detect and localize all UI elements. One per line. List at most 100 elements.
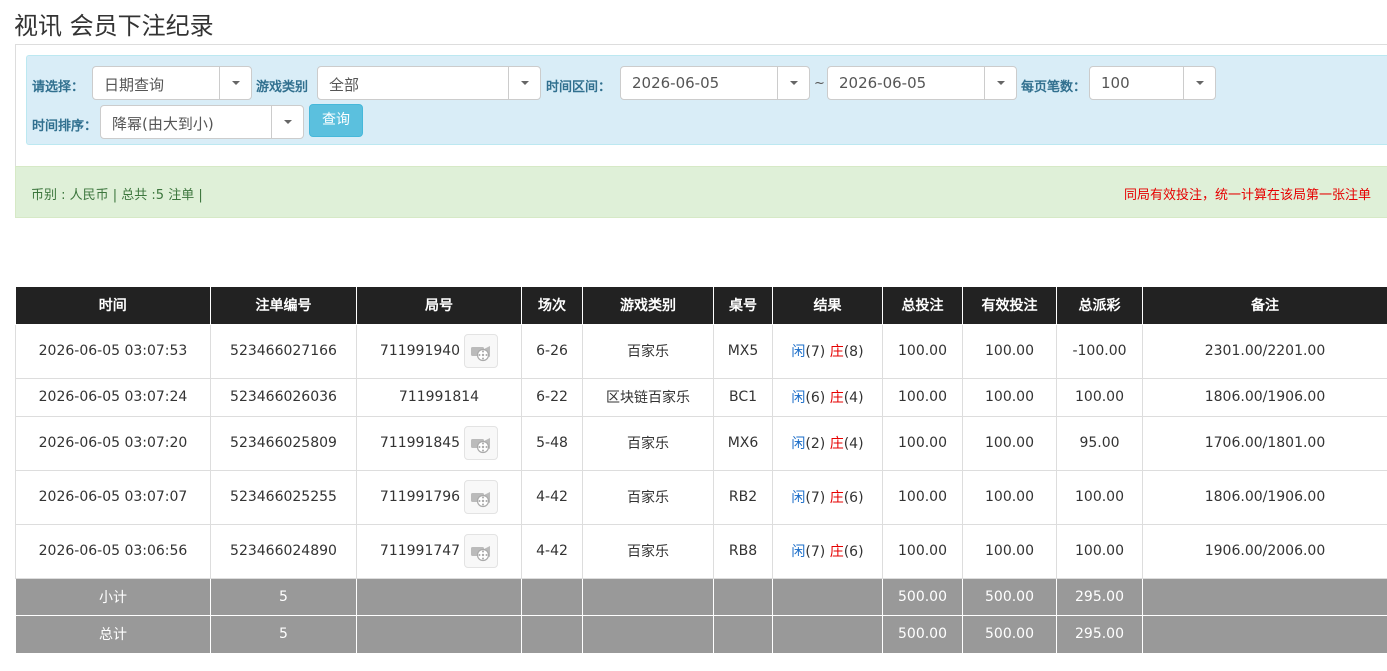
player-points: (7) <box>805 490 826 506</box>
table-row: 2026-06-05 03:06:56 523466024890 711991747… <box>15 523 1387 579</box>
cell-shoe: 4-42 <box>521 469 583 525</box>
chevron-down-icon <box>271 106 303 138</box>
subtotal-row-payout: 295.00 <box>1056 577 1143 616</box>
header-bet-id: 注单编号 <box>210 287 357 325</box>
bet-records-table: 时间 注单编号 局号 场次 游戏类别 桌号 结果 总投注 有效投注 总派彩 备注… <box>15 287 1387 654</box>
empty-cell <box>582 614 714 654</box>
cell-table: MX5 <box>713 323 773 379</box>
player-label: 闲 <box>791 436 806 452</box>
query-button[interactable]: 查询 <box>309 104 363 137</box>
per-page-select[interactable]: 100 <box>1089 66 1216 100</box>
banker-points: (8) <box>843 344 864 360</box>
table-row: 2026-06-05 03:07:20 523466025809 711991845… <box>15 415 1387 471</box>
table-row: 2026-06-05 03:07:53 523466027166 711991940… <box>15 323 1387 379</box>
cell-shoe: 6-22 <box>521 377 583 417</box>
video-playback-icon[interactable] <box>464 426 499 460</box>
empty-cell <box>582 577 714 616</box>
cell-time: 2026-06-05 03:07:53 <box>15 323 211 379</box>
cell-total-bet: 100.00 <box>882 415 963 471</box>
cell-bet-id: 523466027166 <box>210 323 357 379</box>
cell-result: 闲(7) 庄(8) <box>772 323 883 379</box>
round-number: 711991747 <box>379 543 461 559</box>
empty-cell <box>713 614 773 654</box>
video-playback-icon[interactable] <box>464 534 499 568</box>
cell-bet-id: 523466025255 <box>210 469 357 525</box>
banker-label: 庄 <box>829 344 844 360</box>
cell-game-type: 百家乐 <box>582 523 714 579</box>
sort-label: 时间排序： <box>32 119 98 134</box>
cell-bet-id: 523466025809 <box>210 415 357 471</box>
empty-cell <box>1142 614 1387 654</box>
start-date-value: 2026-06-05 <box>632 74 720 92</box>
chevron-down-icon <box>1183 67 1215 99</box>
round-number: 711991940 <box>379 343 461 359</box>
cell-total-bet: 100.00 <box>882 323 963 379</box>
banker-label: 庄 <box>829 544 844 560</box>
cell-round: 711991845 <box>356 415 522 471</box>
cell-round: 711991747 <box>356 523 522 579</box>
round-number: 711991814 <box>398 389 480 405</box>
game-type-select[interactable]: 全部 <box>317 66 541 100</box>
cell-valid-bet: 100.00 <box>962 469 1057 525</box>
player-points: (7) <box>805 544 826 560</box>
chevron-down-icon <box>984 67 1016 99</box>
subtotal-row-count: 5 <box>210 577 357 616</box>
cell-note: 1806.00/1906.00 <box>1142 469 1387 525</box>
cell-note: 2301.00/2201.00 <box>1142 323 1387 379</box>
cell-valid-bet: 100.00 <box>962 415 1057 471</box>
banker-points: (4) <box>843 390 864 406</box>
header-valid-bet: 有效投注 <box>962 287 1057 325</box>
end-date-value: 2026-06-05 <box>839 74 927 92</box>
empty-cell <box>1142 577 1387 616</box>
cell-table: BC1 <box>713 377 773 417</box>
subtotal-row-total-bet: 500.00 <box>882 577 963 616</box>
cell-valid-bet: 100.00 <box>962 323 1057 379</box>
subtotal-row: 小计 5 500.00 500.00 295.00 <box>15 577 1387 616</box>
header-total-bet: 总投注 <box>882 287 963 325</box>
cell-payout: -100.00 <box>1056 323 1143 379</box>
table-row: 2026-06-05 03:07:24 523466026036 711991814… <box>15 377 1387 417</box>
start-date-select[interactable]: 2026-06-05 <box>620 66 810 100</box>
banker-label: 庄 <box>829 390 844 406</box>
cell-table: RB8 <box>713 523 773 579</box>
header-payout: 总派彩 <box>1056 287 1143 325</box>
banker-points: (6) <box>843 544 864 560</box>
player-label: 闲 <box>791 544 806 560</box>
cell-result: 闲(7) 庄(6) <box>772 523 883 579</box>
video-playback-icon[interactable] <box>464 480 499 514</box>
summary-bar: 币别 : 人民币 | 总共 :5 注单 | 同局有效投注，统一计算在该局第一张注… <box>15 166 1387 218</box>
cell-round: 711991796 <box>356 469 522 525</box>
player-points: (6) <box>805 390 826 406</box>
cell-note: 1706.00/1801.00 <box>1142 415 1387 471</box>
empty-cell <box>772 614 883 654</box>
player-label: 闲 <box>791 390 806 406</box>
cell-payout: 100.00 <box>1056 523 1143 579</box>
cell-bet-id: 523466024890 <box>210 523 357 579</box>
cell-total-bet: 100.00 <box>882 523 963 579</box>
cell-note: 1806.00/1906.00 <box>1142 377 1387 417</box>
cell-table: MX6 <box>713 415 773 471</box>
total-row-payout: 295.00 <box>1056 614 1143 654</box>
cell-game-type: 百家乐 <box>582 323 714 379</box>
table-header-row: 时间 注单编号 局号 场次 游戏类别 桌号 结果 总投注 有效投注 总派彩 备注 <box>15 287 1387 325</box>
cell-shoe: 5-48 <box>521 415 583 471</box>
subtotal-row-valid-bet: 500.00 <box>962 577 1057 616</box>
cell-bet-id: 523466026036 <box>210 377 357 417</box>
header-result: 结果 <box>772 287 883 325</box>
empty-cell <box>356 614 522 654</box>
empty-cell <box>713 577 773 616</box>
cell-time: 2026-06-05 03:07:07 <box>15 469 211 525</box>
cell-game-type: 区块链百家乐 <box>582 377 714 417</box>
total-row-valid-bet: 500.00 <box>962 614 1057 654</box>
header-shoe: 场次 <box>521 287 583 325</box>
query-type-select[interactable]: 日期查询 <box>92 66 252 100</box>
game-type-label: 游戏类别 <box>256 80 309 95</box>
sort-order-select[interactable]: 降幂(由大到小) <box>100 105 304 139</box>
banker-points: (4) <box>843 436 864 452</box>
empty-cell <box>772 577 883 616</box>
video-playback-icon[interactable] <box>464 334 499 368</box>
end-date-select[interactable]: 2026-06-05 <box>827 66 1017 100</box>
round-number: 711991845 <box>379 435 461 451</box>
cell-total-bet: 100.00 <box>882 377 963 417</box>
total-row-label: 总计 <box>15 614 211 654</box>
